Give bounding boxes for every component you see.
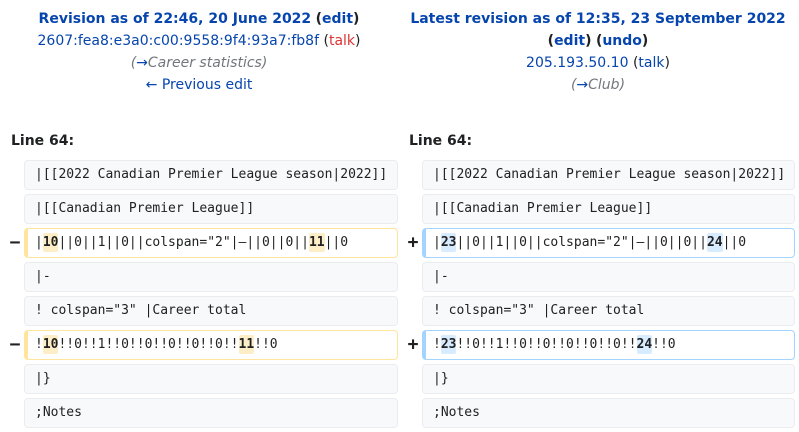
code-segment: ||0 [722, 235, 747, 250]
old-context-line: ! colspan="3" |Career total [24, 296, 398, 326]
code-text: |10||0||1||0||colspan="2"|—||0||0||11||0 [28, 229, 397, 257]
new-context-line: |} [422, 364, 795, 394]
code-text: |[[Canadian Premier League]] [35, 201, 255, 216]
code-segment: ! [35, 337, 43, 352]
new-context-line: |- [422, 262, 795, 292]
deleted-line: |10||0||1||0||colspan="2"|—||0||0||11||0 [24, 228, 398, 258]
code-segment: !!0 [652, 337, 676, 352]
code-text: ;Notes [433, 405, 480, 420]
code-text: |- [35, 269, 51, 284]
deleted-line-marker: − [9, 232, 21, 253]
new-talk-paren: (talk) [632, 55, 670, 71]
code-segment: | [433, 235, 441, 250]
deleted-word: 11 [308, 233, 325, 252]
code-text: ! colspan="3" |Career total [433, 303, 645, 318]
old-talk-link[interactable]: talk [329, 33, 355, 49]
new-line-number: Line 64: [409, 133, 473, 149]
deleted-word: 10 [42, 335, 59, 354]
deleted-line: !10!!0!!1!!0!!0!!0!!0!!0!!11!!0 [24, 330, 398, 360]
old-revision-header: Revision as of 22:46, 20 June 2022 (edit… [0, 8, 398, 96]
code-segment: !!0!!1!!0!!0!!0!!0!!0!! [456, 337, 637, 352]
new-revision-title[interactable]: Latest revision as of 12:35, 23 Septembe… [410, 11, 785, 27]
added-word: 23 [440, 335, 457, 354]
code-segment: ! [433, 337, 441, 352]
added-word: 24 [636, 335, 653, 354]
old-context-line: |- [24, 262, 398, 292]
new-context-line: |[[2022 Canadian Premier League season|2… [422, 160, 795, 190]
code-text: |23||0||1||0||colspan="2"|—||0||0||24||0 [426, 229, 794, 257]
deleted-line-marker: − [9, 334, 21, 355]
code-segment: | [35, 235, 43, 250]
old-context-line: ;Notes [24, 398, 398, 428]
code-segment: ||0||1||0||colspan="2"|—||0||0|| [456, 235, 707, 250]
new-talk-link[interactable]: talk [638, 55, 664, 71]
code-segment: ||0||1||0||colspan="2"|—||0||0|| [58, 235, 309, 250]
deleted-word: 11 [238, 335, 255, 354]
added-line-marker: + [407, 334, 419, 355]
old-context-line: |} [24, 364, 398, 394]
new-user-link[interactable]: 205.193.50.10 [526, 55, 628, 71]
new-summary-section: Club [588, 77, 620, 93]
code-text: |} [433, 371, 449, 386]
undo-link[interactable]: undo [602, 33, 642, 49]
old-revision-title[interactable]: Revision as of 22:46, 20 June 2022 [39, 11, 312, 27]
new-context-line: ;Notes [422, 398, 795, 428]
old-edit-summary: (→Career statistics) [130, 55, 268, 71]
code-segment: !!0!!1!!0!!0!!0!!0!!0!! [58, 337, 239, 352]
code-text: |[[2022 Canadian Premier League season|2… [433, 167, 786, 182]
code-text: |[[Canadian Premier League]] [433, 201, 653, 216]
old-line-number: Line 64: [11, 133, 75, 149]
code-text: !23!!0!!1!!0!!0!!0!!0!!0!!24!!0 [426, 331, 794, 359]
code-text: |} [35, 371, 51, 386]
added-line-marker: + [407, 232, 419, 253]
deleted-word: 10 [42, 233, 59, 252]
new-context-line: |[[Canadian Premier League]] [422, 194, 795, 224]
new-context-line: ! colspan="3" |Career total [422, 296, 795, 326]
code-text: |- [433, 269, 449, 284]
old-talk-paren: (talk) [323, 33, 361, 49]
code-text: |[[2022 Canadian Premier League season|2… [35, 167, 388, 182]
old-context-line: |[[Canadian Premier League]] [24, 194, 398, 224]
old-user-link[interactable]: 2607:fea8:e3a0:c00:9558:9f4:93a7:fb8f [38, 33, 320, 49]
old-edit-link[interactable]: edit [322, 11, 353, 27]
added-word: 24 [706, 233, 723, 252]
code-text: ! colspan="3" |Career total [35, 303, 247, 318]
added-line: |23||0||1||0||colspan="2"|—||0||0||24||0 [422, 228, 795, 258]
new-summary-arrow[interactable]: → [576, 77, 588, 93]
new-edit-link[interactable]: edit [554, 33, 585, 49]
new-edit-summary: (→Club) [570, 77, 626, 93]
code-text: ;Notes [35, 405, 82, 420]
old-summary-arrow[interactable]: → [136, 55, 148, 71]
new-revision-header: Latest revision as of 12:35, 23 Septembe… [399, 8, 797, 96]
code-segment: !!0 [254, 337, 278, 352]
added-line: !23!!0!!1!!0!!0!!0!!0!!0!!24!!0 [422, 330, 795, 360]
code-text: !10!!0!!1!!0!!0!!0!!0!!0!!11!!0 [28, 331, 397, 359]
old-edit-paren: (edit) [315, 11, 360, 27]
code-segment: ||0 [324, 235, 349, 250]
old-summary-section: Career statistics [147, 55, 262, 71]
added-word: 23 [440, 233, 457, 252]
previous-edit-link[interactable]: ← Previous edit [146, 77, 253, 93]
old-context-line: |[[2022 Canadian Premier League season|2… [24, 160, 398, 190]
